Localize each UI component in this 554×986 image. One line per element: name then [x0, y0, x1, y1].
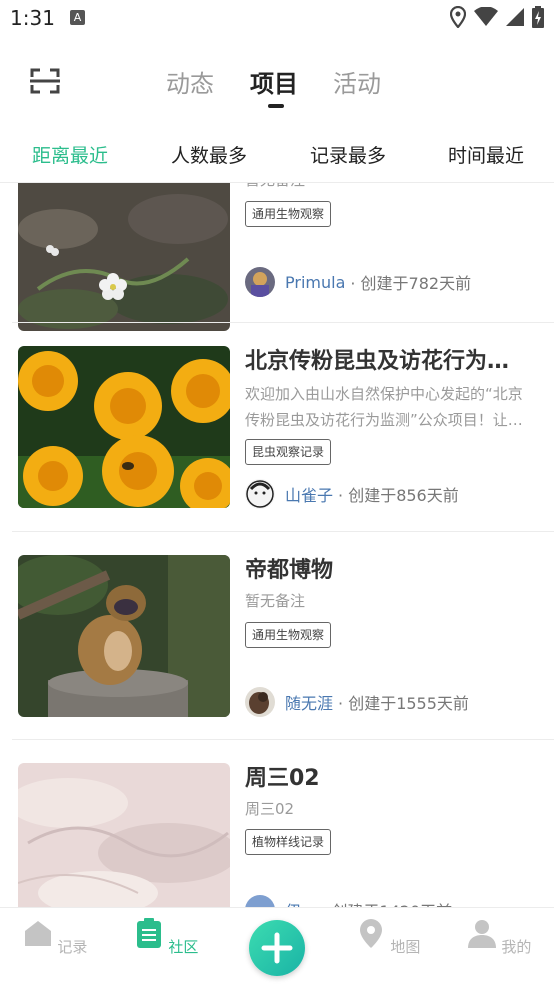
clipboard-icon — [136, 918, 161, 948]
sort-newest[interactable]: 时间最近 — [448, 141, 524, 168]
project-card[interactable]: 帝都博物 暂无备注 通用生物观察 随无涯 · 创建于1555天前 — [0, 532, 554, 740]
project-meta: 伊... · 创建于1420天前 — [245, 895, 452, 907]
project-card[interactable]: 周三02 周三02 植物样线记录 伊... · 创建于1420天前 — [0, 740, 554, 907]
status-bar: 1:31 A — [0, 0, 554, 40]
project-description: 暂无备注 — [245, 183, 535, 193]
tab-dynamics[interactable]: 动态 — [166, 64, 214, 99]
project-list: 暂无备注 通用生物观察 Primula · 创建于782天前 — [0, 183, 554, 907]
wifi-icon — [474, 7, 498, 26]
created-time: · 创建于1420天前 — [321, 898, 452, 907]
nav-community[interactable]: 社区 — [126, 918, 206, 957]
project-description: 周三02 — [245, 800, 295, 818]
status-time: 1:31 — [10, 6, 55, 30]
project-card[interactable]: 暂无备注 通用生物观察 Primula · 创建于782天前 — [0, 183, 554, 331]
map-pin-icon — [359, 919, 382, 948]
project-meta: 山雀子 · 创建于856天前 — [245, 479, 459, 509]
created-time: · 创建于856天前 — [338, 486, 459, 505]
project-meta: 随无涯 · 创建于1555天前 — [245, 687, 469, 717]
plus-icon — [261, 932, 293, 964]
person-icon — [467, 920, 496, 948]
project-tag: 昆虫观察记录 — [245, 439, 332, 465]
nav-community-label: 社区 — [168, 938, 199, 956]
project-title: 北京传粉昆虫及访花行为… — [245, 349, 510, 374]
sort-bar: 距离最近 人数最多 记录最多 时间最近 — [0, 125, 554, 183]
project-tag: 植物样线记录 — [245, 829, 332, 855]
header: 动态 项目 活动 — [0, 40, 554, 120]
bottom-nav: 记录 社区 地图 我的 — [0, 907, 554, 986]
project-thumbnail — [18, 183, 230, 331]
project-card[interactable]: 北京传粉昆虫及访花行为… 欢迎加入由山水自然保护中心发起的“北京传粉昆虫及访花行… — [0, 323, 554, 531]
project-title: 帝都博物 — [245, 558, 334, 583]
project-description: 暂无备注 — [245, 592, 306, 610]
project-meta: Primula · 创建于782天前 — [245, 267, 471, 297]
notification-icon: A — [70, 10, 85, 25]
sort-most-records[interactable]: 记录最多 — [310, 141, 386, 168]
project-description: 欢迎加入由山水自然保护中心发起的“北京传粉昆虫及访花行为监测”公众项目！让… — [245, 385, 523, 429]
active-tab-indicator — [268, 104, 284, 108]
project-title: 周三02 — [245, 766, 320, 791]
signal-icon — [506, 8, 524, 26]
created-time: · 创建于782天前 — [350, 274, 472, 293]
project-thumbnail — [18, 763, 230, 907]
username[interactable]: 伊... — [285, 898, 316, 907]
project-thumbnail — [18, 346, 230, 508]
avatar — [245, 267, 275, 297]
nav-map[interactable]: 地图 — [348, 918, 428, 957]
project-thumbnail — [18, 555, 230, 717]
sort-most-people[interactable]: 人数最多 — [171, 141, 247, 168]
nav-records-label: 记录 — [57, 938, 88, 956]
created-time: · 创建于1555天前 — [338, 694, 469, 713]
top-tabs: 动态 项目 活动 — [0, 40, 554, 120]
project-tag: 通用生物观察 — [245, 201, 332, 227]
nav-map-label: 地图 — [390, 938, 421, 956]
tab-activities[interactable]: 活动 — [333, 64, 381, 99]
status-icons — [450, 6, 544, 28]
username[interactable]: Primula — [285, 273, 345, 292]
location-icon — [450, 6, 466, 28]
username[interactable]: 山雀子 — [285, 482, 333, 506]
project-tag: 通用生物观察 — [245, 622, 332, 648]
nav-records[interactable]: 记录 — [15, 918, 95, 957]
sort-nearest[interactable]: 距离最近 — [32, 141, 108, 168]
username[interactable]: 随无涯 — [285, 690, 333, 714]
tab-projects[interactable]: 项目 — [250, 64, 298, 99]
battery-icon — [532, 6, 544, 28]
avatar — [245, 687, 275, 717]
home-icon — [24, 921, 51, 946]
avatar — [245, 895, 275, 907]
avatar — [245, 479, 275, 509]
nav-me[interactable]: 我的 — [459, 918, 539, 957]
add-button[interactable] — [249, 920, 305, 976]
nav-me-label: 我的 — [501, 938, 532, 956]
